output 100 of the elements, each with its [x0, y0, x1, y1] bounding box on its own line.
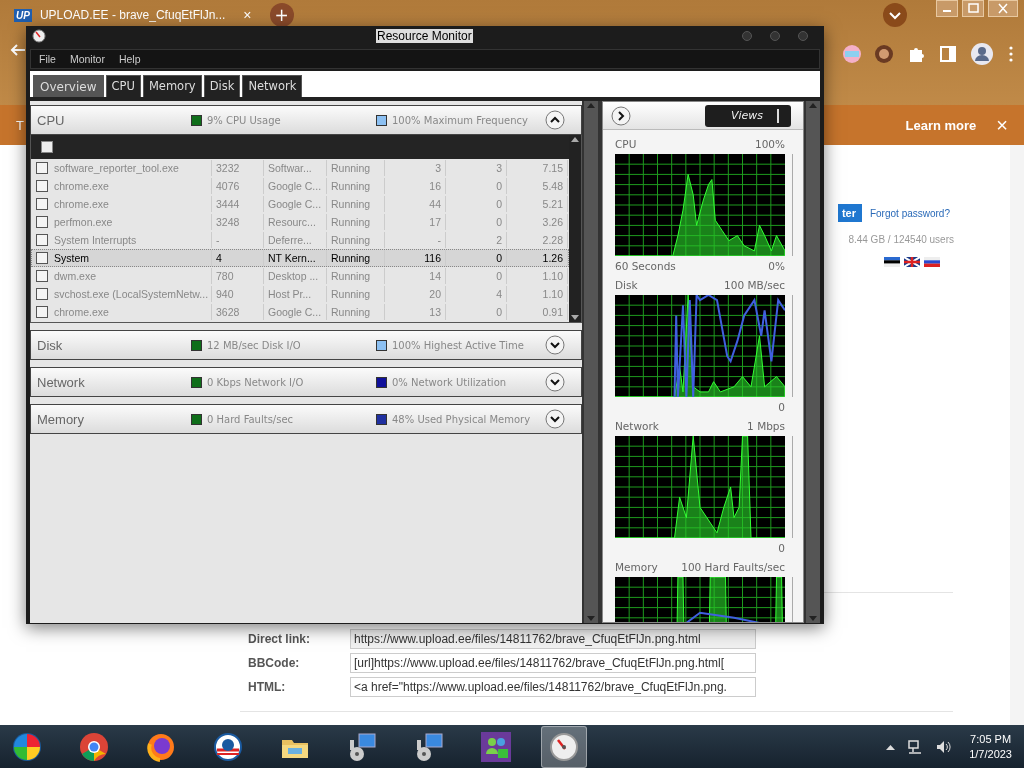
table-cell: 0: [446, 178, 507, 194]
expand-icon[interactable]: [545, 335, 565, 355]
learn-more-link[interactable]: Learn more: [905, 117, 977, 133]
table-row[interactable]: perfmon.exe 3248 Resourc... Running 17 0 3.26: [31, 213, 569, 231]
table-scrollbar[interactable]: [569, 135, 581, 322]
link-field[interactable]: <a href="https://www.upload.ee/files/14811762/brave_CfuqEtFlJn.png.: [350, 677, 756, 697]
views-button[interactable]: Views: [705, 104, 791, 127]
section-header[interactable]: Network 0 Kbps Network I/O 0% Network Utilization: [30, 367, 582, 397]
tab-search-icon[interactable]: [882, 2, 908, 28]
select-all-checkbox[interactable]: [41, 141, 53, 153]
table-row[interactable]: chrome.exe 3628 Google C... Running 13 0 0.91: [31, 303, 569, 321]
sidebar-icon[interactable]: [938, 44, 958, 64]
banner-close-button[interactable]: ×: [996, 113, 1008, 137]
table-cell: 0.91: [507, 304, 568, 320]
row-checkbox[interactable]: [36, 198, 48, 210]
link-label: HTML:: [248, 680, 287, 694]
table-cell: 2: [446, 232, 507, 248]
clock-time[interactable]: 7:05 PM: [970, 733, 1012, 745]
table-cell: Google C...: [264, 196, 327, 212]
network-icon[interactable]: [907, 738, 924, 755]
menu-item[interactable]: File: [39, 53, 56, 65]
menu-item[interactable]: Monitor: [69, 53, 105, 65]
row-checkbox[interactable]: [36, 162, 48, 174]
row-checkbox[interactable]: [36, 216, 48, 228]
row-checkbox[interactable]: [36, 234, 48, 246]
table-cell: 13: [385, 304, 446, 320]
table-row[interactable]: svchost.exe (LocalSystemNetw... 940 Host Pr... Running 20 4 1.10: [31, 285, 569, 303]
site-stats: 8.44 GB / 124540 users: [848, 234, 954, 245]
collapse-icon[interactable]: [545, 110, 565, 130]
gauge-icon: [32, 29, 46, 43]
table-cell: Resourc...: [264, 214, 327, 230]
flag-icon[interactable]: [904, 257, 920, 267]
graph-max-label: 100 Hard Faults/sec: [681, 561, 785, 573]
table-row[interactable]: System 4 NT Kern... Running 116 0 1.26: [31, 249, 569, 267]
flag-icon[interactable]: [884, 257, 900, 267]
section-stat: 0 Kbps Network I/O: [207, 376, 304, 388]
gauge-icon: [549, 731, 579, 762]
table-row[interactable]: System Interrupts - Deferre... Running - 2 2.28: [31, 231, 569, 249]
table-cell: System: [50, 250, 212, 266]
taskbar-button[interactable]: [541, 725, 587, 768]
table-cell: 1.10: [507, 286, 568, 302]
graph-title: Network: [615, 420, 659, 432]
row-checkbox[interactable]: [36, 270, 48, 282]
tab[interactable]: Overview: [33, 75, 104, 97]
tab[interactable]: Memory: [142, 75, 202, 97]
tab[interactable]: Disk: [203, 75, 241, 97]
table-row[interactable]: dwm.exe 780 Desktop ... Running 14 0 1.10: [31, 267, 569, 285]
tab-close-button[interactable]: ×: [243, 7, 252, 23]
show-hidden-icons-icon[interactable]: [886, 743, 896, 750]
browser-tab[interactable]: UP UPLOAD.EE - brave_CfuqEtFlJn... ×: [14, 7, 252, 23]
section-stat: 100% Maximum Frequency: [392, 114, 528, 126]
table-cell: Running: [327, 178, 385, 194]
table-cell: 3444: [212, 196, 264, 212]
table-cell: dwm.exe: [50, 268, 212, 284]
tab-title: UPLOAD.EE - brave_CfuqEtFlJn...: [39, 8, 226, 22]
table-cell: Running: [327, 250, 385, 266]
graph-max-label: 1 Mbps: [747, 420, 785, 432]
register-button[interactable]: ter: [837, 204, 862, 222]
computer-disc-icon: [347, 731, 377, 762]
section-header[interactable]: Disk 12 MB/sec Disk I/O 100% Highest Active Time: [30, 330, 582, 360]
table-cell: svchost.exe (LocalSystemNetw...: [50, 286, 212, 302]
tab[interactable]: Network: [242, 75, 303, 97]
row-checkbox[interactable]: [36, 306, 48, 318]
table-cell: Running: [327, 286, 385, 302]
table-cell: 14: [385, 268, 446, 284]
tab[interactable]: CPU: [105, 75, 141, 97]
graph-title: Memory: [615, 561, 658, 573]
scroll-down-icon[interactable]: [570, 314, 580, 322]
new-tab-button[interactable]: +: [269, 3, 294, 27]
table-cell: 3628: [212, 304, 264, 320]
page-scrollbar[interactable]: [1010, 145, 1024, 725]
back-arrow-icon[interactable]: [10, 42, 26, 58]
link-field[interactable]: [url]https://www.upload.ee/files/14811762/brave_CfuqEtFlJn.png.html[: [350, 653, 756, 673]
link-label: Direct link:: [248, 632, 311, 646]
table-cell: 5.21: [507, 196, 568, 212]
menu-item[interactable]: Help: [118, 53, 141, 65]
row-checkbox[interactable]: [36, 252, 48, 264]
expand-icon[interactable]: [545, 372, 565, 392]
flag-icon[interactable]: [924, 257, 940, 267]
profile-icon[interactable]: [970, 42, 994, 66]
table-row[interactable]: chrome.exe 3444 Google C... Running 44 0 5.21: [31, 195, 569, 213]
expand-icon[interactable]: [545, 409, 565, 429]
table-row[interactable]: chrome.exe 4076 Google C... Running 16 0 5.48: [31, 177, 569, 195]
table-cell: Host Pr...: [264, 286, 327, 302]
avatar-icon[interactable]: [874, 44, 894, 64]
row-checkbox[interactable]: [36, 180, 48, 192]
section-header[interactable]: Memory 0 Hard Faults/sec 48% Used Physical Memory: [30, 404, 582, 434]
table-cell: 3248: [212, 214, 264, 230]
computer-disc-icon: [414, 731, 444, 762]
table-row[interactable]: software_reporter_tool.exe 3232 Softwar... Running 3 3 7.15: [31, 159, 569, 177]
table-cell: 3.26: [507, 214, 568, 230]
graph-min-label: 0: [778, 401, 785, 413]
section-header[interactable]: CPU 9% CPU Usage 100% Maximum Frequency: [30, 105, 582, 135]
graph-title: Disk: [615, 279, 638, 291]
clock-date[interactable]: 1/7/2023: [969, 748, 1012, 760]
row-checkbox[interactable]: [36, 288, 48, 300]
link-field[interactable]: https://www.upload.ee/files/14811762/brave_CfuqEtFlJn.png.html: [350, 629, 756, 649]
forgot-password-link[interactable]: Forgot password?: [869, 207, 950, 219]
table-cell: Google C...: [264, 304, 327, 320]
table-cell: Softwar...: [264, 160, 327, 176]
